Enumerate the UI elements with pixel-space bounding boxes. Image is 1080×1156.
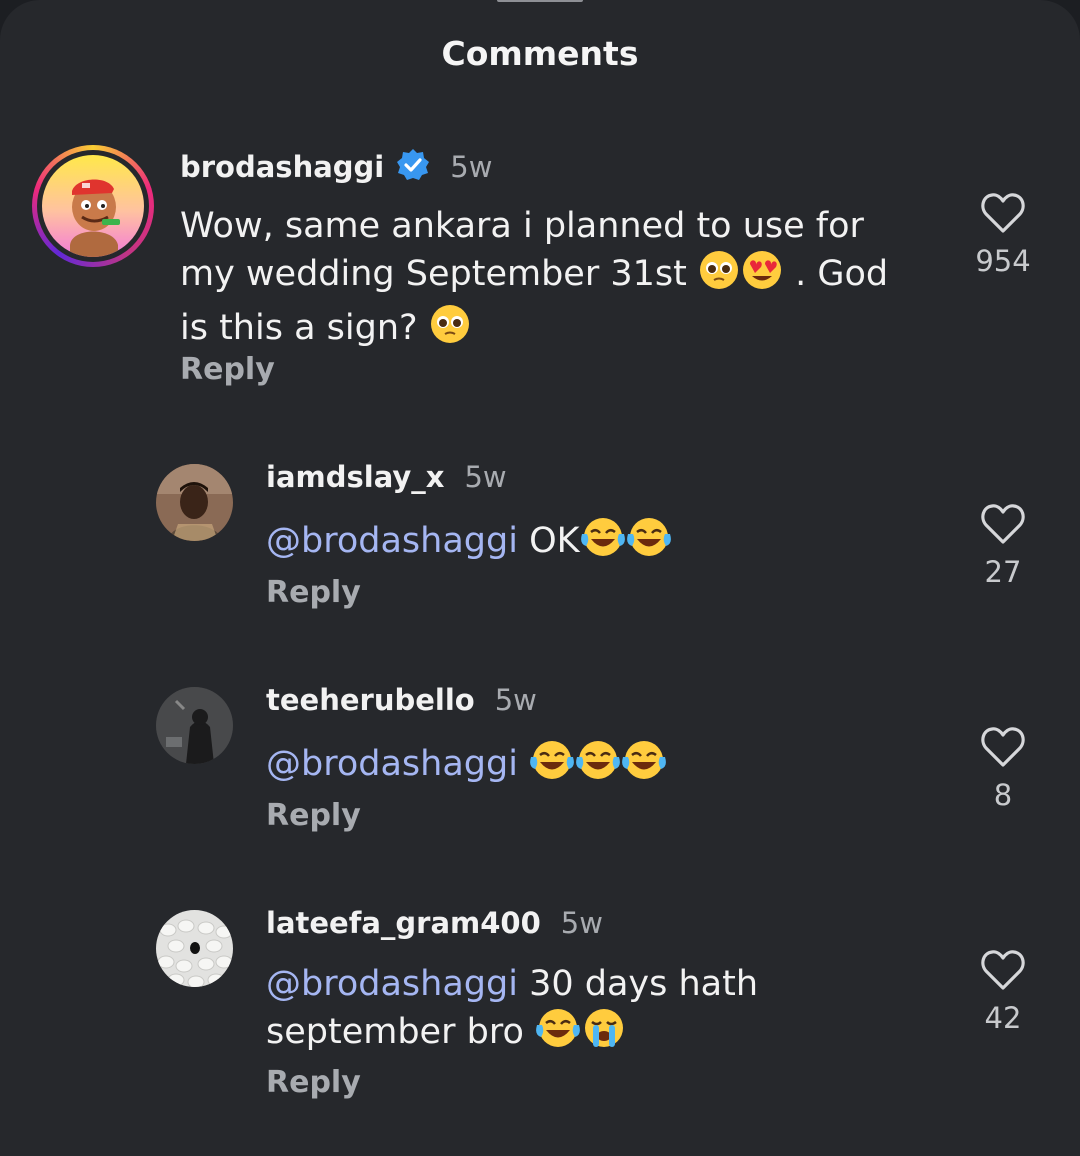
heart-icon[interactable] [980, 949, 1026, 991]
tears-of-joy-icon [626, 516, 672, 570]
comment-time: 5w [464, 460, 507, 494]
comment-time: 5w [494, 683, 537, 717]
comment-text: @brodashaggi [266, 739, 946, 793]
avatar[interactable] [156, 464, 233, 541]
tears-of-joy-icon [621, 739, 667, 793]
drag-handle[interactable] [497, 0, 583, 2]
heart-icon[interactable] [980, 192, 1026, 234]
comment-text: @brodashaggi OK [266, 516, 946, 570]
like-count: 27 [984, 555, 1022, 589]
tears-of-joy-icon [529, 739, 575, 793]
tears-of-joy-icon [535, 1007, 581, 1061]
avatar[interactable] [156, 910, 233, 987]
reply-button[interactable]: Reply [266, 1065, 361, 1100]
comment-text: @brodashaggi 30 days hath september bro [266, 962, 946, 1061]
heart-icon[interactable] [980, 503, 1026, 545]
like-count: 42 [984, 1001, 1022, 1035]
mention-link[interactable]: @brodashaggi [266, 964, 518, 1004]
tears-of-joy-icon [580, 516, 626, 570]
comment-username[interactable]: iamdslay_x [266, 460, 444, 494]
like-count: 954 [975, 244, 1031, 278]
like-count: 8 [993, 778, 1013, 812]
heart-eyes-icon [740, 249, 784, 303]
comment-username[interactable]: brodashaggi [180, 150, 384, 184]
tears-of-joy-icon [575, 739, 621, 793]
sheet-title: Comments [441, 34, 639, 73]
comment-username[interactable]: lateefa_gram400 [266, 906, 541, 940]
comment-username[interactable]: teeherubello [266, 683, 475, 717]
mention-link[interactable]: @brodashaggi [266, 744, 518, 784]
loudly-crying-icon [581, 1007, 627, 1061]
comment-time: 5w [560, 906, 603, 940]
reply-button[interactable]: Reply [266, 575, 361, 610]
reply-button[interactable]: Reply [180, 352, 275, 387]
story-ring[interactable] [32, 145, 154, 267]
comment-text: Wow, same ankara i planned to use for my… [180, 204, 940, 357]
comments-sheet: Comments brodashaggi 5w Wow, same ankara… [0, 0, 1080, 1156]
verified-badge-icon [396, 148, 430, 186]
heart-icon[interactable] [980, 726, 1026, 768]
comment-time: 5w [450, 150, 493, 184]
reply-button[interactable]: Reply [266, 798, 361, 833]
pleading-face-icon [698, 249, 740, 303]
avatar[interactable] [156, 687, 233, 764]
pleading-face-icon [429, 303, 471, 357]
avatar [42, 155, 144, 257]
mention-link[interactable]: @brodashaggi [266, 521, 518, 561]
